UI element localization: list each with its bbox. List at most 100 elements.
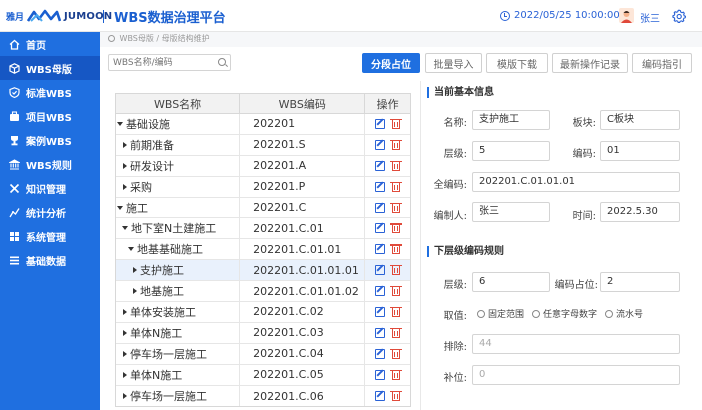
table-row[interactable]: 支护施工 202201.C.01.01.01 bbox=[116, 260, 410, 282]
radio-fixed-range[interactable]: 固定范围 bbox=[477, 307, 524, 320]
delete-icon[interactable] bbox=[390, 348, 403, 359]
sidebar-item-project-wbs[interactable]: 项目WBS bbox=[0, 104, 100, 128]
caret-down-icon[interactable] bbox=[122, 226, 128, 231]
author-field[interactable]: 张三 bbox=[472, 202, 550, 222]
radio-serial[interactable]: 流水号 bbox=[605, 307, 643, 320]
delete-icon[interactable] bbox=[390, 391, 403, 402]
level-field[interactable]: 5 bbox=[472, 141, 550, 161]
table-row[interactable]: 研发设计 202201.A bbox=[116, 155, 410, 177]
edit-icon[interactable] bbox=[375, 160, 386, 171]
sidebar-item-case-wbs[interactable]: 案例WBS bbox=[0, 128, 100, 152]
caret-right-icon[interactable] bbox=[133, 267, 137, 274]
edit-icon[interactable] bbox=[375, 181, 386, 192]
delete-icon[interactable] bbox=[390, 327, 403, 338]
column-header-name[interactable]: WBS名称 bbox=[116, 94, 241, 113]
edit-icon[interactable] bbox=[375, 265, 386, 276]
caret-down-icon[interactable] bbox=[117, 121, 123, 126]
digits-field[interactable]: 2 bbox=[600, 272, 680, 292]
sidebar-item-base-data[interactable]: 基础数据 bbox=[0, 248, 100, 272]
time-field[interactable]: 2022.5.30 bbox=[600, 202, 680, 222]
caret-right-icon[interactable] bbox=[123, 141, 127, 148]
sidebar-item-wbs-rules[interactable]: WBS规则 bbox=[0, 152, 100, 176]
delete-icon[interactable] bbox=[390, 181, 403, 192]
segment-button[interactable]: 分段占位 bbox=[362, 53, 420, 73]
caret-down-icon[interactable] bbox=[117, 205, 123, 210]
table-row[interactable]: 基础设施 202201 bbox=[116, 114, 410, 135]
edit-icon[interactable] bbox=[375, 139, 386, 150]
caret-right-icon[interactable] bbox=[123, 308, 127, 315]
delete-icon[interactable] bbox=[390, 202, 403, 213]
column-header-code[interactable]: WBS编码 bbox=[240, 94, 366, 113]
caret-right-icon[interactable] bbox=[123, 371, 127, 378]
edit-icon[interactable] bbox=[375, 306, 386, 317]
table-row[interactable]: 地基施工 202201.C.01.01.02 bbox=[116, 281, 410, 303]
breadcrumb-text[interactable]: WBS母版 / 母版结构维护 bbox=[120, 34, 210, 43]
delete-icon[interactable] bbox=[390, 244, 403, 255]
radio-any-alnum[interactable]: 任意字母数字 bbox=[532, 307, 597, 320]
delete-icon[interactable] bbox=[390, 160, 403, 171]
cell-code: 202201.C.04 bbox=[240, 343, 366, 364]
block-field[interactable]: C板块 bbox=[600, 110, 680, 130]
edit-icon[interactable] bbox=[375, 202, 386, 213]
code-field[interactable]: 01 bbox=[600, 141, 680, 161]
edit-icon[interactable] bbox=[375, 327, 386, 338]
caret-right-icon[interactable] bbox=[123, 350, 127, 357]
author-label: 编制人: bbox=[433, 211, 467, 222]
delete-icon[interactable] bbox=[390, 118, 403, 129]
table-row[interactable]: 施工 202201.C bbox=[116, 197, 410, 219]
sidebar-item-knowledge[interactable]: 知识管理 bbox=[0, 176, 100, 200]
sidebar-item-label: 统计分析 bbox=[26, 208, 66, 220]
caret-right-icon[interactable] bbox=[133, 288, 137, 295]
delete-icon[interactable] bbox=[390, 286, 403, 297]
edit-icon[interactable] bbox=[375, 286, 386, 297]
sidebar-item-home[interactable]: 首页 bbox=[0, 32, 100, 56]
table-row[interactable]: 采购 202201.P bbox=[116, 176, 410, 198]
sidebar-item-standard-wbs[interactable]: 标准WBS bbox=[0, 80, 100, 104]
edit-icon[interactable] bbox=[375, 369, 386, 380]
table-row[interactable]: 停车场一层施工 202201.C.06 bbox=[116, 385, 410, 407]
edit-icon[interactable] bbox=[375, 118, 386, 129]
edit-icon[interactable] bbox=[375, 391, 386, 402]
delete-icon[interactable] bbox=[390, 139, 403, 150]
radio-circle-icon[interactable] bbox=[605, 309, 614, 318]
pad-field[interactable]: 0 bbox=[472, 365, 680, 385]
edit-icon[interactable] bbox=[375, 348, 386, 359]
sidebar-item-system[interactable]: 系统管理 bbox=[0, 224, 100, 248]
delete-icon[interactable] bbox=[390, 369, 403, 380]
cell-code: 202201 bbox=[240, 114, 366, 134]
table-row[interactable]: 地下室N土建施工 202201.C.01 bbox=[116, 218, 410, 240]
latest-ops-button[interactable]: 最新操作记录 bbox=[552, 53, 628, 73]
name-field[interactable]: 支护施工 bbox=[472, 110, 550, 130]
caret-right-icon[interactable] bbox=[123, 162, 127, 169]
sidebar-item-wbs-master[interactable]: WBS母版 bbox=[0, 56, 100, 80]
sub-level-field[interactable]: 6 bbox=[472, 272, 550, 292]
caret-down-icon[interactable] bbox=[128, 247, 134, 252]
exclude-field[interactable]: 44 bbox=[472, 334, 680, 354]
template-download-button[interactable]: 模版下载 bbox=[486, 53, 548, 73]
user-avatar-icon[interactable] bbox=[619, 8, 634, 23]
edit-icon[interactable] bbox=[375, 223, 386, 234]
batch-import-button[interactable]: 批量导入 bbox=[425, 53, 482, 73]
radio-circle-icon[interactable] bbox=[532, 309, 541, 318]
table-row[interactable]: 地基基础施工 202201.C.01.01 bbox=[116, 239, 410, 261]
caret-right-icon[interactable] bbox=[123, 183, 127, 190]
search-icon[interactable] bbox=[218, 58, 226, 66]
user-name[interactable]: 张三 bbox=[640, 10, 660, 25]
delete-icon[interactable] bbox=[390, 306, 403, 317]
fullcode-field[interactable]: 202201.C.01.01.01 bbox=[472, 172, 680, 192]
table-row[interactable]: 前期准备 202201.S bbox=[116, 134, 410, 156]
delete-icon[interactable] bbox=[390, 265, 403, 276]
radio-circle-icon[interactable] bbox=[477, 309, 485, 318]
edit-icon[interactable] bbox=[375, 244, 386, 255]
delete-icon[interactable] bbox=[390, 223, 403, 234]
table-row[interactable]: 单体N施工 202201.C.05 bbox=[116, 364, 410, 386]
caret-right-icon[interactable] bbox=[123, 393, 127, 400]
table-row[interactable]: 停车场一层施工 202201.C.04 bbox=[116, 343, 410, 365]
table-row[interactable]: 单体安装施工 202201.C.02 bbox=[116, 302, 410, 323]
caret-right-icon[interactable] bbox=[123, 329, 127, 336]
gear-icon[interactable] bbox=[672, 9, 686, 23]
search-input[interactable] bbox=[108, 54, 231, 71]
table-row[interactable]: 单体N施工 202201.C.03 bbox=[116, 322, 410, 344]
code-guide-button[interactable]: 编码指引 bbox=[632, 53, 692, 73]
sidebar-item-statistics[interactable]: 统计分析 bbox=[0, 200, 100, 224]
